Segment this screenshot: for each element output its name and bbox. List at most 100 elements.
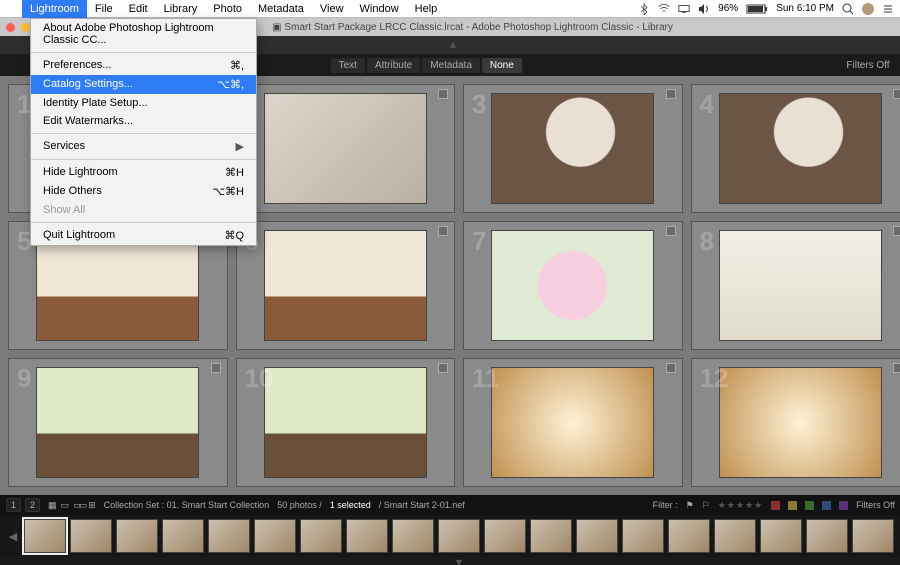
filmstrip-thumbnail[interactable] [484, 519, 526, 553]
filters-off-toggle[interactable]: Filters Off [856, 500, 895, 510]
grid-cell[interactable]: 2 [236, 84, 456, 213]
flag-icon[interactable] [666, 363, 676, 373]
compare-icon[interactable]: ▭▭ [73, 500, 84, 511]
photo-thumbnail[interactable] [264, 230, 427, 342]
menu-hide-lightroom[interactable]: Hide Lightroom⌘H [31, 163, 256, 182]
filmstrip-thumbnail[interactable] [208, 519, 250, 553]
menubar-file[interactable]: File [87, 0, 121, 18]
view-mode-2[interactable]: 2 [25, 498, 40, 512]
filmstrip-thumbnail[interactable] [392, 519, 434, 553]
filmstrip-thumbnail[interactable] [760, 519, 802, 553]
filters-off-label[interactable]: Filters Off [846, 60, 889, 71]
flag-icon[interactable] [666, 226, 676, 236]
menu-catalog-settings[interactable]: Catalog Settings...⌥⌘, [31, 75, 256, 94]
filter-tab-metadata[interactable]: Metadata [422, 58, 480, 73]
filter-tab-attribute[interactable]: Attribute [367, 58, 420, 73]
window-close-button[interactable] [6, 23, 15, 32]
filmstrip-thumbnail[interactable] [806, 519, 848, 553]
flag-icon[interactable] [893, 226, 900, 236]
filter-tab-none[interactable]: None [482, 58, 522, 73]
menu-about[interactable]: About Adobe Photoshop Lightroom Classic … [31, 19, 256, 49]
menu-edit-watermarks[interactable]: Edit Watermarks... [31, 112, 256, 130]
loupe-icon[interactable]: ▭ [61, 500, 70, 511]
grid-cell[interactable]: 3 [463, 84, 683, 213]
menu-identity-plate[interactable]: Identity Plate Setup... [31, 94, 256, 112]
color-label-red[interactable] [771, 501, 780, 510]
menu-hide-others[interactable]: Hide Others⌥⌘H [31, 182, 256, 201]
menu-preferences[interactable]: Preferences...⌘, [31, 56, 256, 75]
flag-picked-icon[interactable]: ⚑ [686, 500, 694, 511]
collapse-top-chevron-icon[interactable]: ▲ [448, 39, 459, 51]
filmstrip-thumbnail[interactable] [24, 519, 66, 553]
window-minimize-button[interactable] [21, 23, 30, 32]
flag-icon[interactable] [438, 363, 448, 373]
filmstrip-thumbnail[interactable] [70, 519, 112, 553]
collapse-filmstrip-chevron-icon[interactable]: ▼ [0, 557, 900, 565]
menu-services[interactable]: Services▶ [31, 137, 256, 156]
color-label-purple[interactable] [839, 501, 848, 510]
menubar-edit[interactable]: Edit [121, 0, 156, 18]
photo-thumbnail[interactable] [36, 367, 199, 479]
wifi-icon[interactable] [658, 3, 670, 15]
photo-thumbnail[interactable] [264, 367, 427, 479]
menubar-metadata[interactable]: Metadata [250, 0, 312, 18]
notification-center-icon[interactable] [882, 3, 894, 15]
photo-thumbnail[interactable] [491, 367, 654, 479]
menubar-library[interactable]: Library [156, 0, 206, 18]
photo-thumbnail[interactable] [491, 93, 654, 205]
rating-filter[interactable]: ★★★★★ [718, 500, 763, 511]
filmstrip-thumbnail[interactable] [714, 519, 756, 553]
grid-cell[interactable]: 9 [8, 358, 228, 487]
battery-icon[interactable] [746, 3, 768, 15]
filmstrip-thumbnail[interactable] [530, 519, 572, 553]
flag-icon[interactable] [666, 89, 676, 99]
photo-thumbnail[interactable] [264, 93, 427, 205]
photo-thumbnail[interactable] [491, 230, 654, 342]
flag-icon[interactable] [438, 226, 448, 236]
flag-rejected-icon[interactable]: ⚐ [702, 500, 710, 511]
volume-icon[interactable] [698, 3, 710, 15]
filter-tab-text[interactable]: Text [331, 58, 365, 73]
filmstrip-prev-icon[interactable]: ◀ [6, 530, 20, 543]
grid-cell[interactable]: 11 [463, 358, 683, 487]
filmstrip-thumbnail[interactable] [162, 519, 204, 553]
bluetooth-icon[interactable] [638, 3, 650, 15]
user-icon[interactable] [862, 3, 874, 15]
menubar-app[interactable]: Lightroom [22, 0, 87, 18]
color-label-green[interactable] [805, 501, 814, 510]
spotlight-icon[interactable] [842, 3, 854, 15]
menubar-window[interactable]: Window [352, 0, 407, 18]
photo-thumbnail[interactable] [36, 230, 199, 342]
photo-thumbnail[interactable] [719, 230, 882, 342]
grid-cell[interactable]: 8 [691, 221, 900, 350]
filmstrip-thumbnail[interactable] [116, 519, 158, 553]
filmstrip-thumbnail[interactable] [576, 519, 618, 553]
filmstrip-thumbnail[interactable] [622, 519, 664, 553]
menubar-help[interactable]: Help [407, 0, 446, 18]
flag-icon[interactable] [893, 89, 900, 99]
grid-cell[interactable]: 7 [463, 221, 683, 350]
color-label-blue[interactable] [822, 501, 831, 510]
color-label-yellow[interactable] [788, 501, 797, 510]
filmstrip-thumbnail[interactable] [438, 519, 480, 553]
photo-thumbnail[interactable] [719, 367, 882, 479]
filmstrip-thumbnail[interactable] [254, 519, 296, 553]
filmstrip-thumbnail[interactable] [346, 519, 388, 553]
flag-icon[interactable] [893, 363, 900, 373]
grid-cell[interactable]: 4 [691, 84, 900, 213]
filmstrip-thumbnail[interactable] [668, 519, 710, 553]
menubar-view[interactable]: View [312, 0, 352, 18]
grid-cell[interactable]: 12 [691, 358, 900, 487]
menu-quit[interactable]: Quit Lightroom⌘Q [31, 226, 256, 245]
photo-thumbnail[interactable] [719, 93, 882, 205]
grid-icon[interactable]: ▦ [48, 500, 57, 511]
filmstrip-thumbnail[interactable] [300, 519, 342, 553]
menubar-clock[interactable]: Sun 6:10 PM [776, 3, 834, 14]
breadcrumb-path[interactable]: Collection Set : 01. Smart Start Collect… [104, 500, 270, 510]
grid-cell[interactable]: 6 [236, 221, 456, 350]
flag-icon[interactable] [211, 363, 221, 373]
display-icon[interactable] [678, 3, 690, 15]
survey-icon[interactable]: ⊞ [88, 500, 96, 511]
flag-icon[interactable] [438, 89, 448, 99]
view-mode-1[interactable]: 1 [6, 498, 21, 512]
